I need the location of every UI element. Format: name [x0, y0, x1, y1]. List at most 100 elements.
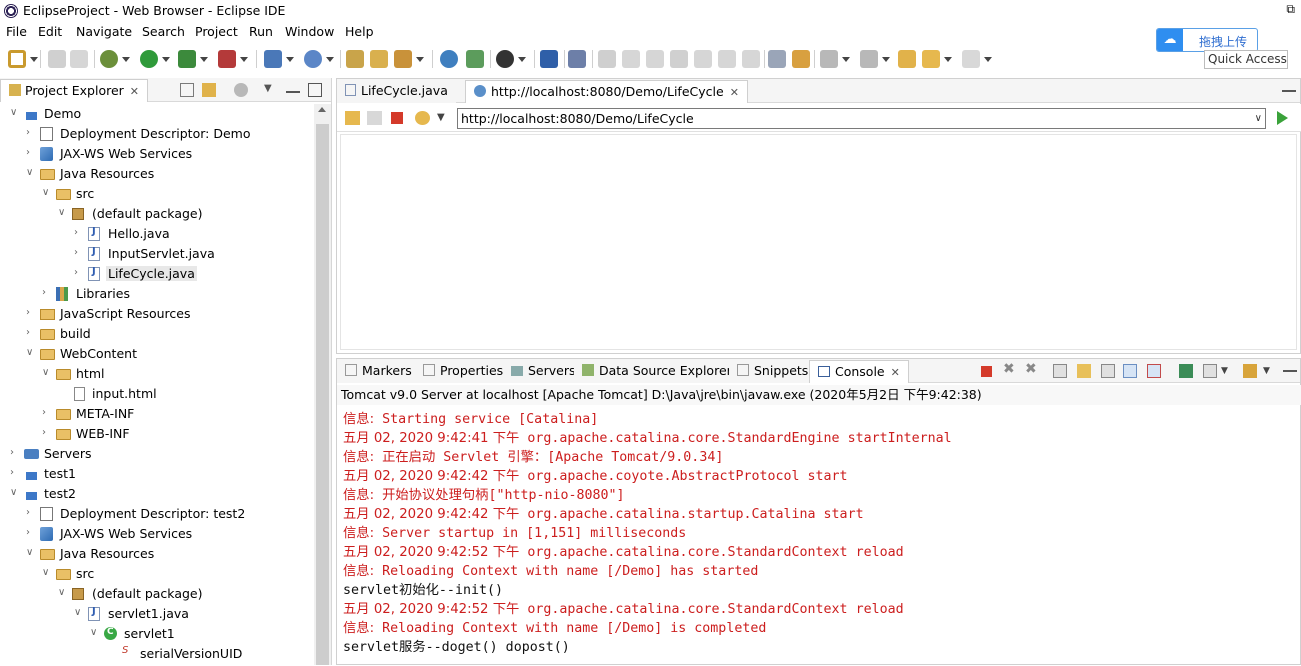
scroll-lock-icon[interactable] [1077, 364, 1091, 378]
collapsed-icon[interactable]: › [42, 407, 52, 419]
menu-file[interactable]: File [6, 24, 27, 39]
debug-icon[interactable] [100, 50, 130, 68]
step-into-icon[interactable] [694, 50, 712, 68]
close-icon[interactable]: ✕ [130, 85, 139, 98]
link-with-editor-icon[interactable] [202, 83, 216, 97]
tree-item[interactable]: ∨ html [0, 364, 314, 384]
tree-item[interactable]: › JAX-WS Web Services [0, 524, 314, 544]
expanded-icon[interactable]: ∨ [58, 207, 68, 219]
collapsed-icon[interactable]: › [26, 507, 36, 519]
expanded-icon[interactable]: ∨ [90, 627, 100, 639]
resume-icon[interactable] [598, 50, 616, 68]
remove-all-terminated-icon[interactable]: ✖ [1025, 361, 1039, 377]
expanded-icon[interactable]: ∨ [42, 367, 52, 379]
tree-item[interactable]: › META-INF [0, 404, 314, 424]
pin-console-icon[interactable] [1179, 364, 1193, 378]
menu-project[interactable]: Project [195, 24, 238, 39]
previous-annotation-icon[interactable] [860, 50, 890, 68]
expanded-icon[interactable]: ∨ [74, 607, 84, 619]
skip-breakpoints-icon[interactable] [568, 50, 586, 68]
display-console-icon[interactable] [1203, 364, 1217, 378]
focus-icon[interactable] [234, 83, 248, 97]
view-menu-icon[interactable]: ▼ [264, 83, 278, 97]
remove-launch-icon[interactable]: ✖ [1003, 361, 1017, 377]
tree-item[interactable]: ∨ (default package) [0, 584, 314, 604]
tab-data-source-explorer[interactable]: Data Source Explorer [574, 360, 740, 383]
terminal-icon[interactable] [540, 50, 558, 68]
back-icon[interactable] [345, 111, 360, 125]
tree-item[interactable]: ∨ test2 [0, 484, 314, 504]
step-return-icon[interactable] [742, 50, 760, 68]
close-icon[interactable]: ✕ [891, 366, 900, 379]
show-whitespace-icon[interactable] [768, 50, 786, 68]
tree-item[interactable]: ∨ Java Resources [0, 544, 314, 564]
tree-item[interactable]: ∨ src [0, 564, 314, 584]
menu-edit[interactable]: Edit [38, 24, 62, 39]
clear-console-icon[interactable] [1053, 364, 1067, 378]
scroll-up-icon[interactable] [318, 107, 326, 112]
menu-run[interactable]: Run [249, 24, 273, 39]
close-icon[interactable]: ✕ [730, 86, 739, 99]
refresh-icon[interactable] [415, 111, 430, 125]
menu-navigate[interactable]: Navigate [76, 24, 132, 39]
search-icon[interactable] [394, 50, 424, 68]
tab-project-explorer[interactable]: Project Explorer ✕ [0, 79, 149, 102]
tree-item[interactable]: ∨ servlet1 [0, 624, 314, 644]
tree-item[interactable]: › Deployment Descriptor: test2 [0, 504, 314, 524]
back-icon[interactable] [922, 50, 952, 68]
menu-search[interactable]: Search [142, 24, 185, 39]
tab-snippets[interactable]: Snippets [729, 360, 817, 383]
maximize-icon[interactable] [308, 83, 322, 97]
collapsed-icon[interactable]: › [26, 327, 36, 339]
collapsed-icon[interactable]: › [26, 527, 36, 539]
expanded-icon[interactable]: ∨ [26, 167, 36, 179]
chevron-down-icon[interactable]: ▼ [1263, 366, 1277, 380]
upload-button[interactable]: ☁ 拖拽上传 [1156, 28, 1258, 52]
new-icon[interactable] [8, 50, 38, 68]
collapsed-icon[interactable]: › [74, 227, 84, 239]
expanded-icon[interactable]: ∨ [42, 567, 52, 579]
history-dropdown-icon[interactable]: ▼ [437, 112, 452, 126]
tree-item[interactable]: › Servers [0, 444, 314, 464]
tree-item[interactable]: ∨ Java Resources [0, 164, 314, 184]
collapsed-icon[interactable]: › [10, 467, 20, 479]
collapsed-icon[interactable]: › [74, 267, 84, 279]
tree-item[interactable]: › Libraries [0, 284, 314, 304]
tree-item[interactable]: › Deployment Descriptor: Demo [0, 124, 314, 144]
expanded-icon[interactable]: ∨ [58, 587, 68, 599]
tree-item[interactable]: › build [0, 324, 314, 344]
step-over-icon[interactable] [718, 50, 736, 68]
chevron-down-icon[interactable]: ▼ [1221, 366, 1235, 380]
open-type-icon[interactable] [346, 50, 364, 68]
expanded-icon[interactable]: ∨ [26, 347, 36, 359]
show-on-stdout-icon[interactable] [1123, 364, 1137, 378]
word-wrap-icon[interactable] [1101, 364, 1115, 378]
tree-item[interactable]: › InputServlet.java [0, 244, 314, 264]
tree-item[interactable]: serialVersionUID [0, 644, 314, 664]
go-icon[interactable] [1277, 111, 1288, 125]
next-annotation-icon[interactable] [820, 50, 850, 68]
tree-item[interactable]: › Hello.java [0, 224, 314, 244]
tab-web-browser[interactable]: http://localhost:8080/Demo/LifeCycle ✕ [465, 80, 748, 103]
save-icon[interactable] [48, 50, 66, 68]
tree-item[interactable]: › WEB-INF [0, 424, 314, 444]
scroll-thumb[interactable] [316, 124, 329, 665]
suspend-icon[interactable] [622, 50, 640, 68]
quick-access-input[interactable]: Quick Access [1204, 50, 1288, 69]
collapsed-icon[interactable]: › [42, 287, 52, 299]
tree-item[interactable]: ∨ Demo [0, 104, 314, 124]
tree-item[interactable]: ∨ (default package) [0, 204, 314, 224]
disconnect-icon[interactable] [670, 50, 688, 68]
tree-item[interactable]: › JavaScript Resources [0, 304, 314, 324]
collapsed-icon[interactable]: › [26, 147, 36, 159]
tree-item[interactable]: input.html [0, 384, 314, 404]
minimize-icon[interactable] [286, 83, 300, 93]
expanded-icon[interactable]: ∨ [42, 187, 52, 199]
url-input[interactable]: http://localhost:8080/Demo/LifeCycle ∨ [457, 108, 1266, 129]
restore-window-icon[interactable]: ⧉ [1286, 2, 1295, 17]
tree-item-selected[interactable]: › LifeCycle.java [0, 264, 314, 284]
minimize-icon[interactable] [1282, 84, 1296, 92]
terminate-icon[interactable] [646, 50, 664, 68]
open-console-icon[interactable] [1243, 364, 1257, 378]
coverage-icon[interactable] [178, 50, 208, 68]
